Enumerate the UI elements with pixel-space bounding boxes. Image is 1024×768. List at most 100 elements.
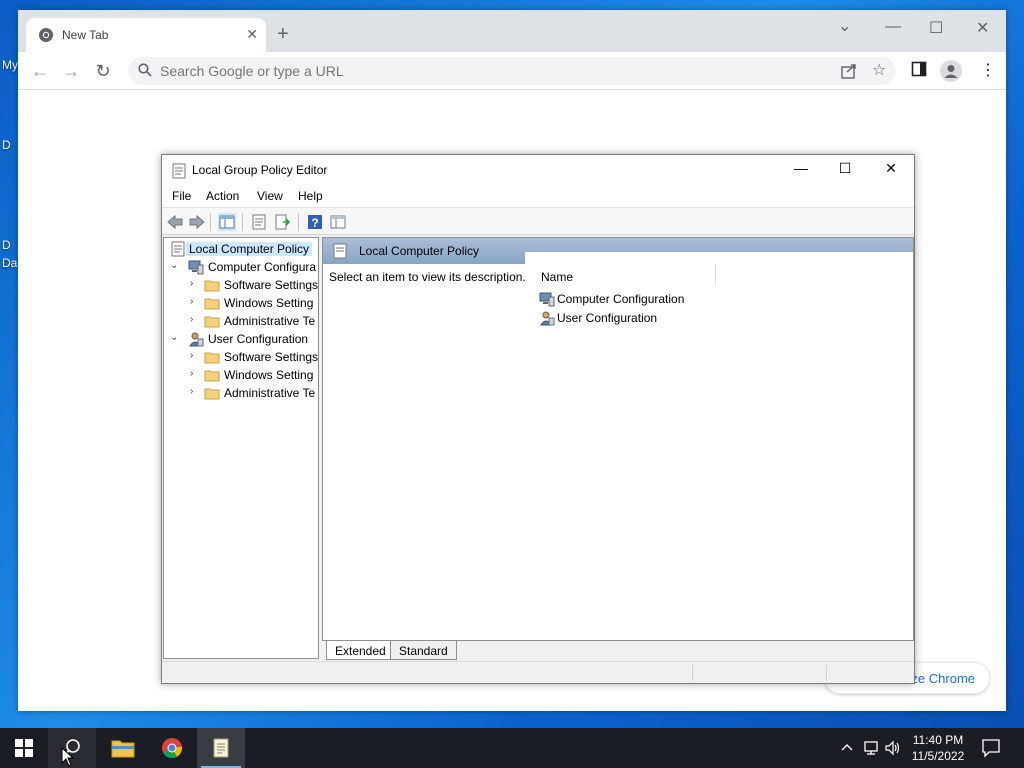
menu-action[interactable]: Action (206, 189, 239, 203)
folder-icon (204, 316, 220, 328)
svg-text:?: ? (311, 216, 318, 230)
start-button[interactable] (0, 728, 48, 768)
gpe-maximize-button[interactable]: ☐ (830, 160, 860, 180)
taskbar-clock[interactable]: 11:40 PM 11/5/2022 (904, 732, 972, 764)
desktop-icon-label[interactable]: Da (2, 256, 17, 270)
help-icon[interactable]: ? (306, 213, 324, 231)
menu-file[interactable]: File (172, 189, 191, 203)
file-explorer-button[interactable] (98, 728, 146, 768)
close-button[interactable]: ✕ (976, 18, 989, 38)
details-header-title: Local Computer Policy (359, 244, 480, 258)
profile-avatar-icon[interactable] (940, 60, 962, 82)
tree-node-label: Windows Setting (224, 296, 314, 310)
chevron-right-icon[interactable]: › (190, 296, 200, 307)
new-tab-button[interactable]: + (277, 24, 289, 44)
forward-arrow-icon[interactable] (188, 213, 206, 231)
details-header: Local Computer Policy (323, 238, 913, 264)
bookmark-star-icon[interactable]: ☆ (872, 60, 886, 80)
gpe-menu-bar: File Action View Help (162, 185, 914, 207)
properties-icon[interactable] (250, 213, 268, 231)
tree-node-label: Local Computer Policy (186, 242, 313, 256)
tab-extended[interactable]: Extended (326, 641, 395, 660)
user-icon (189, 332, 204, 347)
folder-icon (111, 740, 135, 758)
export-list-icon[interactable] (274, 213, 292, 231)
status-divider (692, 665, 693, 681)
gpe-minimize-button[interactable]: — (786, 160, 816, 180)
volume-icon[interactable] (884, 740, 902, 756)
menu-help[interactable]: Help (298, 189, 323, 203)
clock-date: 11/5/2022 (911, 749, 965, 763)
status-bar (162, 661, 914, 683)
tab-title: New Tab (62, 28, 109, 42)
browser-toolbar: ← → ↻ ☆ ⋮ (18, 52, 1006, 90)
omnibox-input[interactable] (160, 62, 760, 80)
folder-icon (204, 280, 220, 292)
back-arrow-icon[interactable] (166, 213, 184, 231)
tree-node-label: Software Settings (224, 278, 319, 292)
reload-icon[interactable]: ↻ (92, 60, 114, 82)
chevron-up-icon[interactable] (840, 741, 854, 755)
maximize-button[interactable]: ☐ (929, 18, 943, 38)
folder-icon (204, 352, 220, 364)
tab-strip: New Tab ✕ + ⌄ — ☐ ✕ (18, 10, 1006, 52)
policy-document-icon (213, 738, 229, 758)
group-policy-editor-window: Local Group Policy Editor — ☐ ✕ File Act… (161, 154, 915, 684)
clock-time: 11:40 PM (912, 733, 964, 747)
policy-document-icon (172, 163, 186, 179)
folder-icon (204, 370, 220, 382)
chevron-down-icon[interactable]: ⌄ (170, 332, 180, 343)
chevron-right-icon[interactable]: › (190, 278, 200, 289)
policy-document-icon (171, 241, 185, 257)
tree-node-label: Administrative Te (224, 386, 316, 400)
chevron-right-icon[interactable]: › (190, 350, 200, 361)
search-icon (138, 63, 152, 77)
menu-view[interactable]: View (257, 189, 283, 203)
tree-node-label: Software Settings (224, 350, 319, 364)
desktop-icon-label[interactable]: D (2, 238, 11, 252)
toolbar-separator (210, 213, 211, 231)
tree-node-label: Computer Configura (208, 260, 317, 274)
tab-new-tab[interactable]: New Tab ✕ (26, 18, 266, 52)
toolbar-separator (242, 213, 243, 231)
share-icon[interactable] (840, 62, 858, 80)
chevron-right-icon[interactable]: › (190, 368, 200, 379)
tab-search-icon[interactable]: ⌄ (838, 16, 851, 36)
omnibox[interactable]: ☆ (128, 57, 896, 85)
mouse-cursor-icon (61, 747, 75, 767)
group-policy-taskbar-button[interactable] (197, 728, 245, 768)
details-pane: Local Computer Policy Select an item to … (322, 237, 914, 641)
back-arrow-icon[interactable]: ← (29, 60, 51, 82)
toolbar-separator (298, 213, 299, 231)
windows-logo-icon (15, 739, 33, 757)
tab-close-icon[interactable]: ✕ (246, 26, 258, 43)
chevron-down-icon[interactable]: ⌄ (170, 260, 180, 271)
chrome-taskbar-button[interactable] (148, 728, 196, 768)
description-text: Select an item to view its description. (329, 270, 526, 284)
column-divider[interactable] (715, 264, 716, 286)
policy-document-icon (333, 243, 347, 259)
tab-standard[interactable]: Standard (390, 641, 457, 660)
chevron-right-icon[interactable]: › (190, 314, 200, 325)
column-header-name[interactable]: Name (541, 270, 573, 284)
show-hide-tree-icon[interactable] (218, 213, 236, 231)
side-panel-icon[interactable] (911, 61, 927, 77)
forward-arrow-icon[interactable]: → (60, 60, 82, 82)
minimize-button[interactable]: — (885, 18, 901, 36)
menu-kebab-icon[interactable]: ⋮ (980, 60, 996, 80)
gpe-close-button[interactable]: ✕ (876, 160, 906, 180)
chevron-right-icon[interactable]: › (190, 386, 200, 397)
header-notch (525, 252, 913, 264)
notification-icon[interactable] (980, 737, 1002, 759)
network-icon[interactable] (862, 740, 880, 756)
tree-node-label: User Configuration (208, 332, 309, 346)
taskbar: 11:40 PM 11/5/2022 (0, 728, 1024, 768)
policy-tree: Local Computer Policy ⌄ Computer Configu… (163, 237, 319, 659)
desktop-icon-label[interactable]: My (2, 58, 18, 72)
folder-icon (204, 298, 220, 310)
chrome-logo-icon (162, 738, 183, 759)
list-item-label: User Configuration (557, 311, 658, 325)
filter-view-icon[interactable] (329, 213, 347, 231)
tree-node-label: Administrative Te (224, 314, 316, 328)
desktop-icon-label[interactable]: D (2, 138, 11, 152)
